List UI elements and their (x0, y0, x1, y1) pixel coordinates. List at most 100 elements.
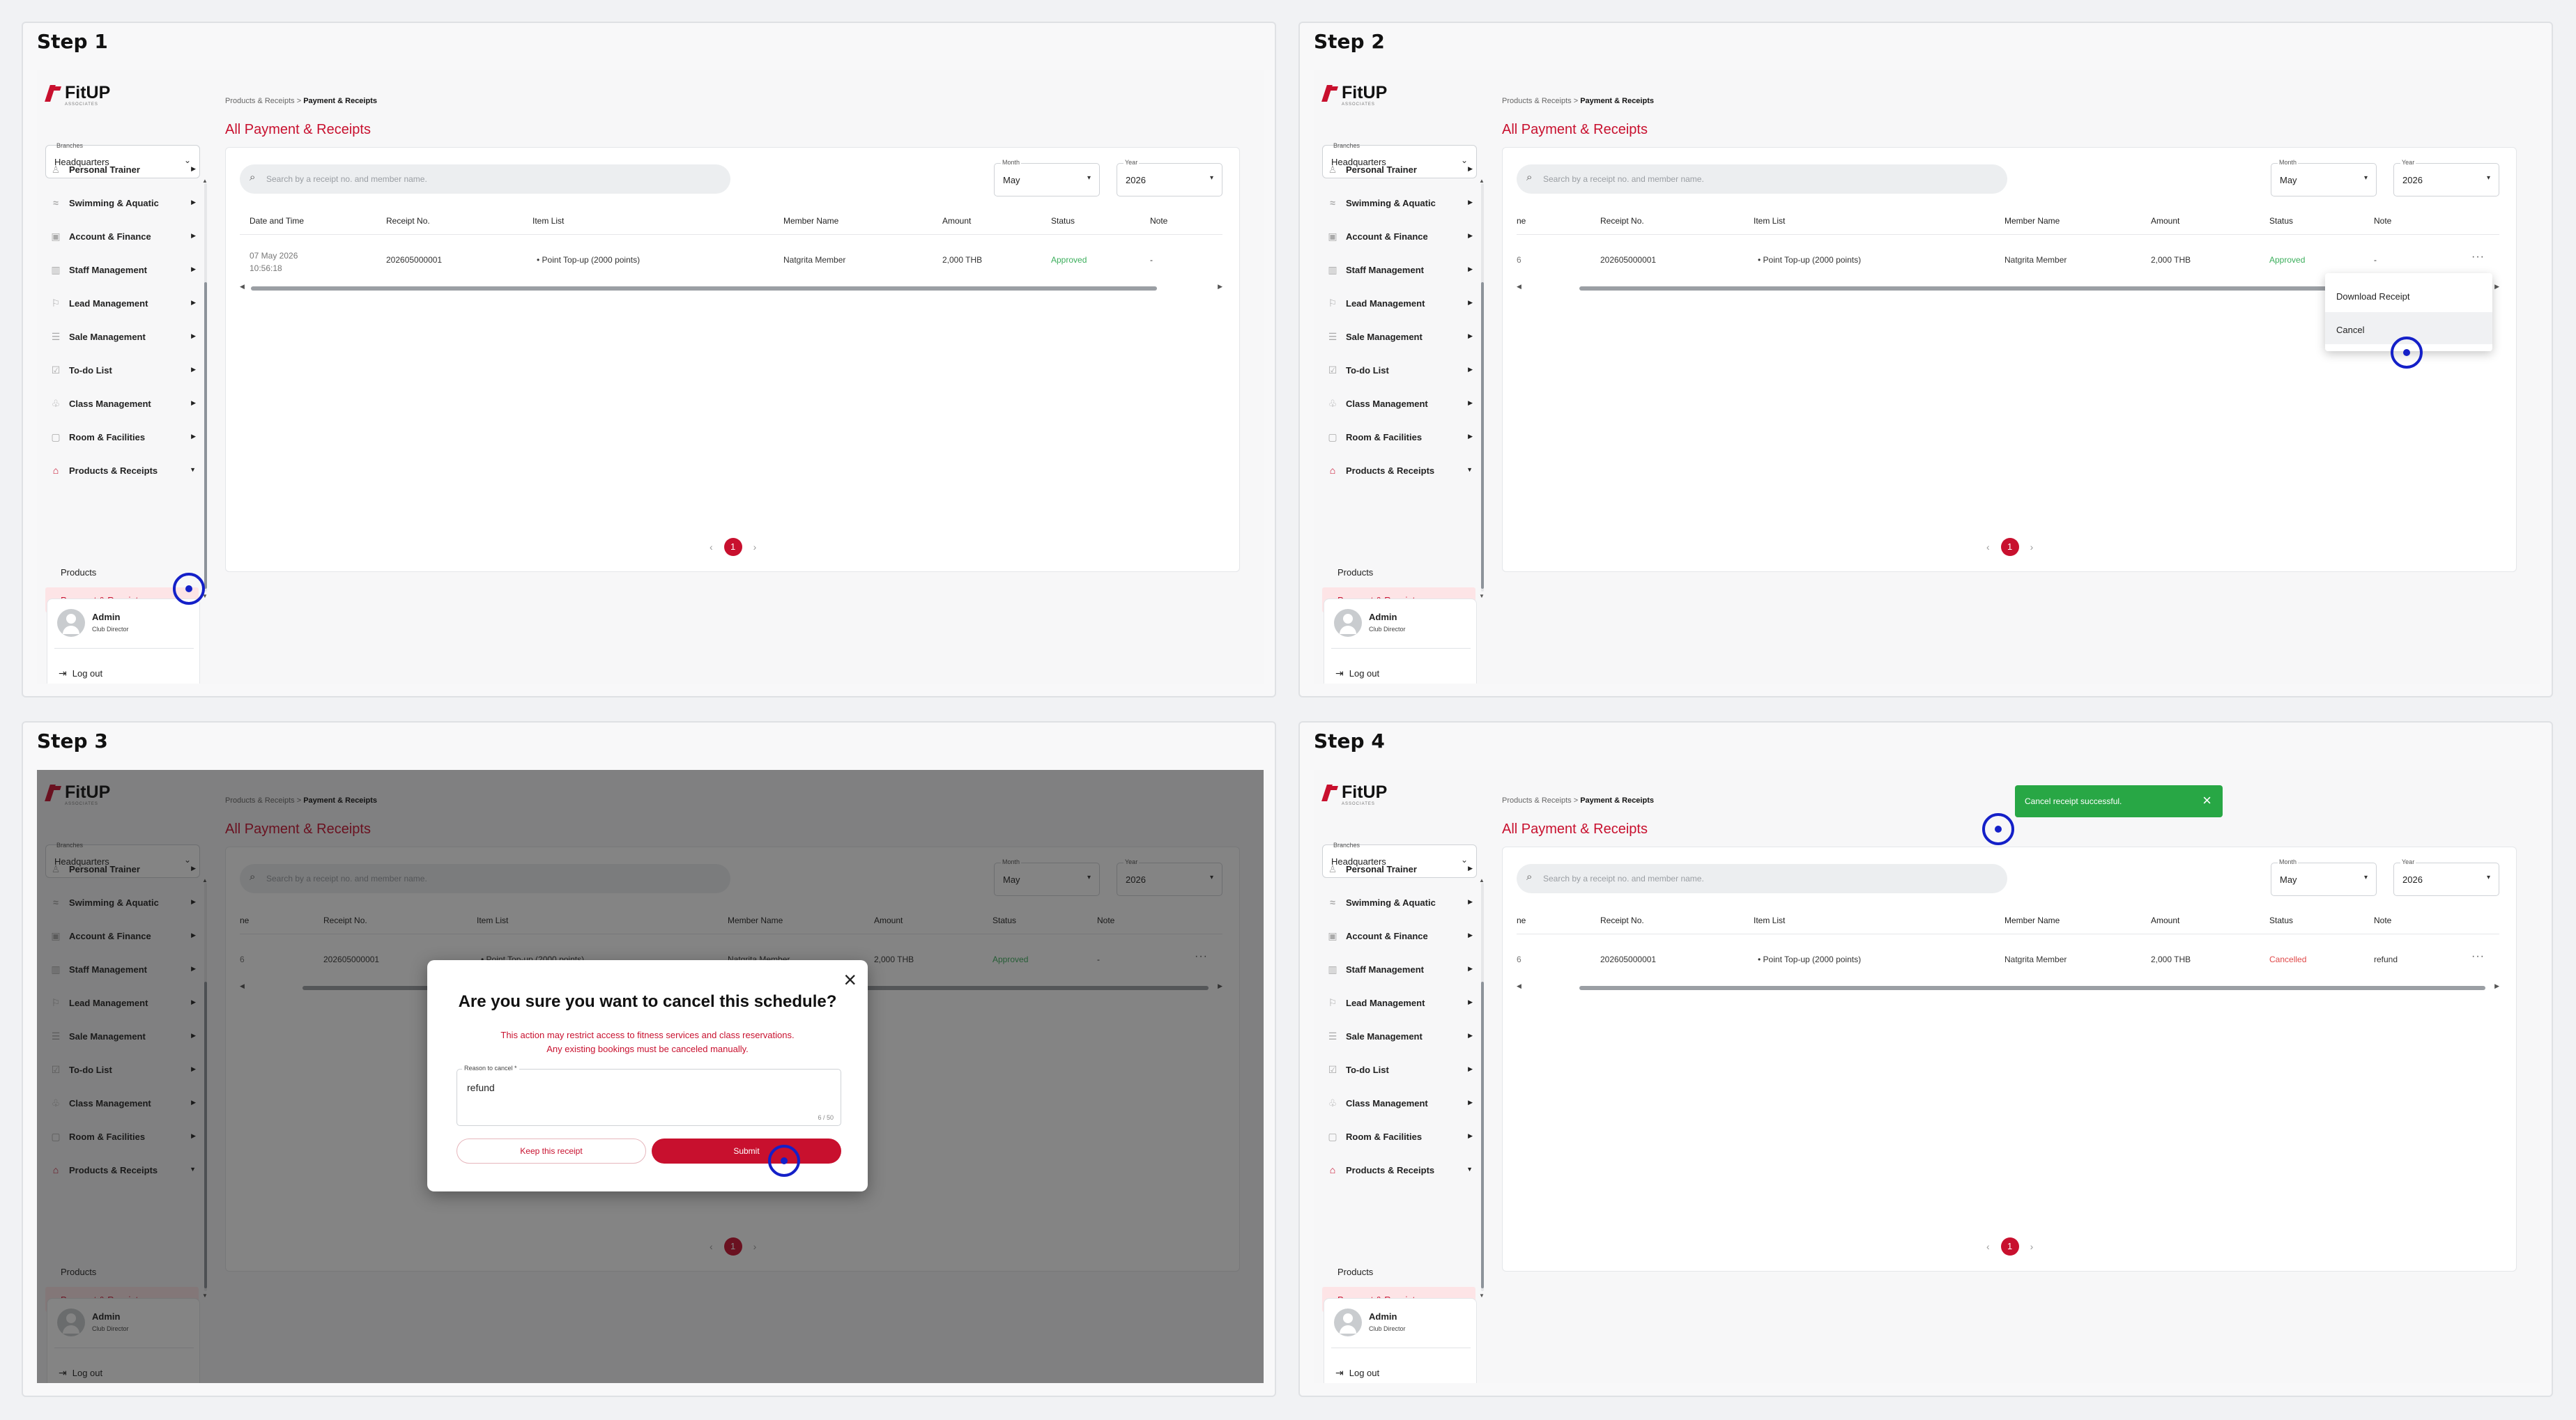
scroll-right-icon[interactable]: ▶ (2494, 982, 2499, 990)
sidebar-item-trainer[interactable]: ♙ Personal Trainer ▶ (45, 157, 199, 182)
sidebar-item-sale[interactable]: ☰ Sale Management ▶ (1322, 324, 1475, 349)
year-select[interactable]: 2026 ▾ (1117, 163, 1222, 196)
sidebar-subitem-products[interactable]: Products (1322, 559, 1475, 585)
scroll-thumb[interactable] (1481, 982, 1484, 1288)
sidebar-item-todo[interactable]: ☑ To-do List ▶ (1322, 1057, 1475, 1082)
chevron-right-icon: ▶ (1468, 332, 1473, 339)
avatar (57, 609, 85, 637)
page-1-button[interactable]: 1 (2000, 1237, 2019, 1256)
room-icon: ▢ (1328, 1131, 1337, 1142)
close-icon[interactable]: × (843, 967, 857, 993)
year-select[interactable]: 2026 ▾ (2393, 163, 2499, 196)
logout-button[interactable]: ⇥ Log out (1335, 1367, 1379, 1379)
hscroll-thumb[interactable] (251, 286, 1157, 291)
fitup-logo-icon (45, 85, 61, 102)
prev-page-button[interactable]: ‹ (710, 541, 713, 553)
sidebar-scrollbar[interactable] (204, 183, 207, 592)
search-input[interactable]: ⌕ Search by a receipt no. and member nam… (1517, 164, 2007, 194)
sidebar-scrollbar[interactable] (1481, 183, 1484, 592)
scroll-left-icon[interactable]: ◀ (240, 283, 245, 291)
next-page-button[interactable]: › (2030, 541, 2034, 553)
month-select[interactable]: May ▾ (994, 163, 1100, 196)
next-page-button[interactable]: › (753, 541, 757, 553)
sidebar-item-trainer[interactable]: ♙ Personal Trainer ▶ (1322, 856, 1475, 881)
sidebar-item-staff[interactable]: ▥ Staff Management ▶ (1322, 257, 1475, 282)
sidebar-item-swim[interactable]: ≈ Swimming & Aquatic ▶ (1322, 890, 1475, 915)
chevron-right-icon: ▶ (1468, 998, 1473, 1005)
scroll-thumb[interactable] (204, 282, 207, 589)
sidebar-item-class[interactable]: ♧ Class Management ▶ (1322, 1090, 1475, 1116)
search-input[interactable]: ⌕ Search by a receipt no. and member nam… (240, 164, 730, 194)
sidebar-item-staff[interactable]: ▥ Staff Management ▶ (45, 257, 199, 282)
sidebar-item-class[interactable]: ♧ Class Management ▶ (1322, 391, 1475, 416)
scroll-left-icon[interactable]: ◀ (1517, 982, 1521, 990)
search-input[interactable]: ⌕ Search by a receipt no. and member nam… (1517, 864, 2007, 893)
keep-receipt-button[interactable]: Keep this receipt (457, 1139, 646, 1164)
sidebar-item-products[interactable]: ⌂ Products & Receipts ▼ (1322, 1157, 1475, 1182)
sidebar-item-lead[interactable]: ⚐ Lead Management ▶ (45, 291, 199, 316)
sidebar-item-lead[interactable]: ⚐ Lead Management ▶ (1322, 990, 1475, 1015)
download-receipt-item[interactable]: Download Receipt (2325, 279, 2492, 311)
sidebar-scrollbar[interactable] (1481, 883, 1484, 1291)
sidebar-item-label: Swimming & Aquatic (1346, 897, 1436, 908)
sidebar-item-products[interactable]: ⌂ Products & Receipts ▼ (1322, 458, 1475, 483)
sidebar-item-staff[interactable]: ▥ Staff Management ▶ (1322, 957, 1475, 982)
scroll-right-icon[interactable]: ▶ (1218, 283, 1222, 291)
cell-date: 07 May 2026 (250, 251, 298, 261)
sidebar-item-finance[interactable]: ▣ Account & Finance ▶ (1322, 224, 1475, 249)
breadcrumb-parent[interactable]: Products & Receipts (1502, 97, 1572, 105)
year-select[interactable]: 2026 ▾ (2393, 863, 2499, 896)
more-actions-button[interactable]: ··· (2471, 950, 2485, 963)
sidebar-item-finance[interactable]: ▣ Account & Finance ▶ (1322, 923, 1475, 948)
sidebar-item-room[interactable]: ▢ Room & Facilities ▶ (1322, 1124, 1475, 1149)
sidebar-item-sale[interactable]: ☰ Sale Management ▶ (1322, 1024, 1475, 1049)
chevron-right-icon: ▶ (1468, 898, 1473, 905)
breadcrumb: Products & Receipts > Payment & Receipts (1502, 97, 1654, 105)
hscroll-thumb[interactable] (1579, 986, 2485, 990)
breadcrumb-parent[interactable]: Products & Receipts (1502, 796, 1572, 805)
next-page-button[interactable]: › (2030, 1241, 2034, 1252)
sidebar-item-lead[interactable]: ⚐ Lead Management ▶ (1322, 291, 1475, 316)
sidebar-item-swim[interactable]: ≈ Swimming & Aquatic ▶ (1322, 190, 1475, 215)
sidebar-item-todo[interactable]: ☑ To-do List ▶ (45, 357, 199, 383)
logo: FitUP ASSOCIATES (45, 84, 110, 107)
month-select[interactable]: May ▾ (2271, 863, 2377, 896)
sidebar-item-products[interactable]: ⌂ Products & Receipts ▼ (45, 458, 199, 483)
sidebar-item-swim[interactable]: ≈ Swimming & Aquatic ▶ (45, 190, 199, 215)
sidebar-item-trainer[interactable]: ♙ Personal Trainer ▶ (1322, 157, 1475, 182)
page-1-button[interactable]: 1 (2000, 538, 2019, 556)
month-select[interactable]: May ▾ (2271, 163, 2377, 196)
chevron-right-icon: ▶ (1468, 433, 1473, 440)
success-toast: Cancel receipt successful. × (2015, 785, 2223, 817)
prev-page-button[interactable]: ‹ (1986, 541, 1990, 553)
table-hscroll[interactable]: ◀ ▶ (240, 283, 1222, 293)
sidebar-item-todo[interactable]: ☑ To-do List ▶ (1322, 357, 1475, 383)
breadcrumb-parent[interactable]: Products & Receipts (225, 97, 295, 105)
logout-button[interactable]: ⇥ Log out (59, 667, 102, 679)
status-badge: Cancelled (2269, 955, 2307, 964)
submit-button[interactable]: Submit (652, 1139, 841, 1164)
page-1-button[interactable]: 1 (723, 538, 742, 556)
sidebar-item-finance[interactable]: ▣ Account & Finance ▶ (45, 224, 199, 249)
sidebar-item-sale[interactable]: ☰ Sale Management ▶ (45, 324, 199, 349)
prev-page-button[interactable]: ‹ (1986, 1241, 1990, 1252)
sidebar-item-room[interactable]: ▢ Room & Facilities ▶ (1322, 424, 1475, 449)
close-icon[interactable]: × (2202, 792, 2211, 810)
scroll-down-icon[interactable]: ▼ (1479, 1292, 1485, 1299)
sidebar-item-label: Room & Facilities (69, 431, 146, 442)
column-header: ne (1517, 216, 1526, 226)
scroll-thumb[interactable] (1481, 282, 1484, 589)
sidebar-subitem-products[interactable]: Products (1322, 1259, 1475, 1284)
logout-button[interactable]: ⇥ Log out (1335, 667, 1379, 679)
todo-icon: ☑ (1328, 1064, 1337, 1075)
sidebar-item-class[interactable]: ♧ Class Management ▶ (45, 391, 199, 416)
more-actions-button[interactable]: ··· (2471, 251, 2485, 263)
table-hscroll[interactable]: ◀ ▶ (1517, 982, 2499, 992)
sidebar-item-room[interactable]: ▢ Room & Facilities ▶ (45, 424, 199, 449)
column-header: Member Name (783, 216, 839, 226)
scroll-right-icon[interactable]: ▶ (2494, 283, 2499, 291)
reason-textarea[interactable]: refund 6 / 50 (457, 1069, 841, 1126)
receipts-card: ⌕ Search by a receipt no. and member nam… (225, 147, 1240, 572)
scroll-down-icon[interactable]: ▼ (1479, 593, 1485, 599)
scroll-left-icon[interactable]: ◀ (1517, 283, 1521, 291)
